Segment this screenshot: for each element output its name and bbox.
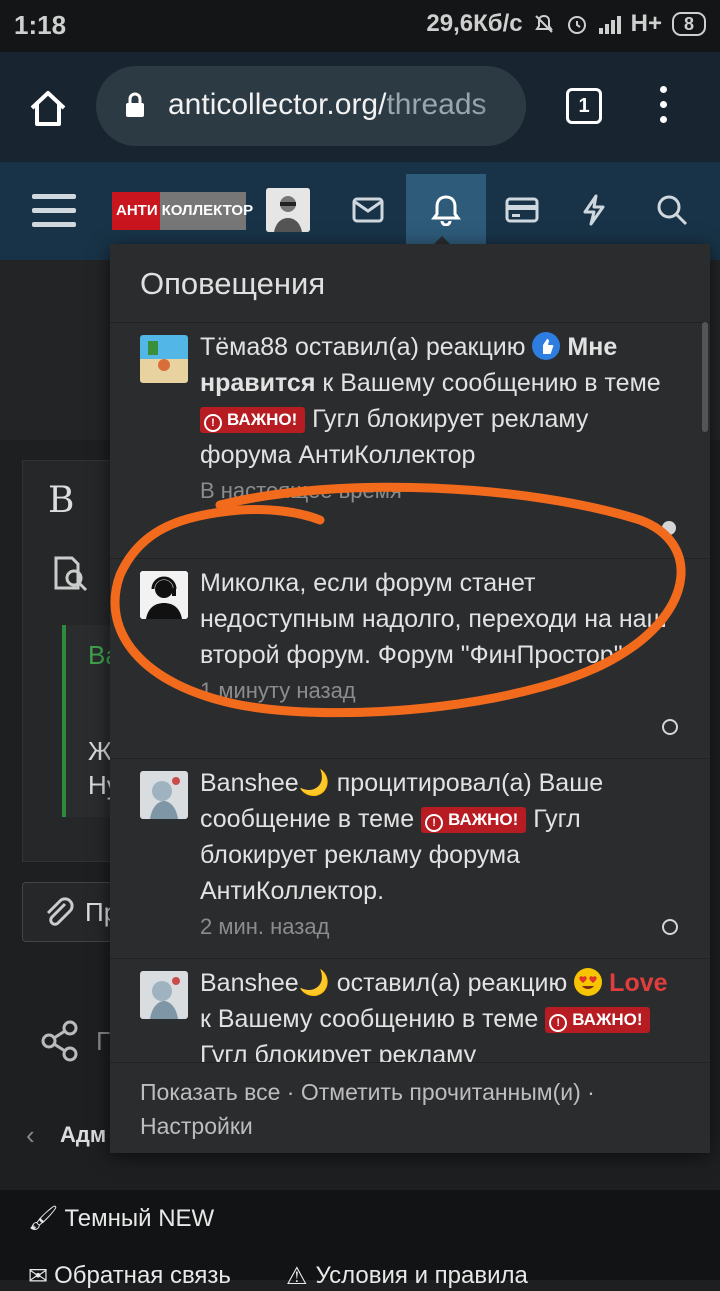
show-all-link[interactable]: Показать все: [140, 1079, 280, 1105]
mail-icon: ✉: [28, 1263, 49, 1290]
heart-eyes-icon: [574, 968, 603, 996]
status-right: 29,6Кб/с H+ 8: [426, 10, 706, 38]
notification-item[interactable]: Banshee🌙 процитировал(а) Ваше сообщение …: [110, 758, 710, 959]
bell-icon: [418, 182, 474, 238]
envelope-icon[interactable]: [340, 182, 396, 238]
reaction-label: Love: [609, 969, 668, 997]
thumbs-up-icon: [532, 332, 561, 360]
notification-time: В настоящее время: [200, 478, 402, 503]
lightning-icon[interactable]: [566, 182, 622, 238]
user-avatar[interactable]: [266, 188, 310, 232]
terms-link[interactable]: ⚠ Условия и правила: [286, 1262, 528, 1291]
footer-nav: 🖌 Темный NEW ✉ Обратная связь ⚠ Условия и …: [0, 1190, 720, 1290]
lock-icon: [126, 92, 144, 117]
status-time: 1:18: [14, 10, 67, 40]
share-icon[interactable]: [40, 1020, 80, 1062]
important-badge: ! ВАЖНО!: [421, 807, 527, 833]
notification-text[interactable]: Миколка, если форум станет недоступным н…: [200, 569, 667, 669]
warning-icon: ⚠: [286, 1263, 308, 1290]
read-indicator[interactable]: [662, 919, 678, 935]
read-indicator[interactable]: [662, 719, 678, 735]
notification-item[interactable]: Миколка, если форум станет недоступным н…: [110, 558, 710, 759]
address-bar[interactable]: anticollector.org/threads: [96, 66, 526, 146]
mute-icon: [534, 14, 553, 33]
notification-item[interactable]: Banshee🌙 оставил(а) реакцию Love к Вашем…: [110, 958, 710, 1062]
bold-button[interactable]: B: [48, 480, 74, 521]
notification-item[interactable]: Тёма88 оставил(а) реакцию Мне нравится к…: [110, 322, 710, 559]
thread-title[interactable]: Гугл блокирует рекламу: [200, 1041, 476, 1062]
signal-icon: [598, 14, 621, 34]
user-avatar[interactable]: [140, 971, 188, 1019]
dropdown-title: Оповещения: [140, 266, 326, 301]
alarm-icon: [567, 16, 586, 34]
home-icon[interactable]: [26, 86, 70, 130]
battery-indicator: 8: [671, 12, 706, 36]
notifications-dropdown: Оповещения Тёма88 оставил(а) реакцию Мне…: [110, 244, 710, 1153]
paperclip-icon: [46, 897, 74, 926]
user-avatar[interactable]: [140, 335, 188, 383]
search-icon[interactable]: [644, 182, 700, 238]
notification-time: 1 минуту назад: [200, 678, 356, 703]
network-speed: 29,6Кб/с: [426, 10, 523, 37]
dropdown-footer: Показать все · Отметить прочитанным(и) ·…: [110, 1062, 710, 1153]
status-bar: 1:18 29,6Кб/с H+ 8: [0, 0, 720, 52]
more-menu-icon[interactable]: [656, 86, 670, 130]
feedback-link[interactable]: ✉ Обратная связь: [28, 1262, 231, 1291]
url-text: anticollector.org/threads: [168, 88, 487, 121]
notification-user[interactable]: Banshee🌙: [200, 769, 330, 797]
notification-user[interactable]: Banshee🌙: [200, 969, 330, 997]
browser-toolbar: anticollector.org/threads 1: [0, 52, 720, 162]
important-badge: ! ВАЖНО!: [200, 407, 306, 433]
theme-switch[interactable]: 🖌 Темный NEW: [28, 1204, 214, 1233]
site-logo[interactable]: АНТИ КОЛЛЕКТОР: [112, 192, 253, 230]
user-avatar[interactable]: [140, 771, 188, 819]
notifications-list: Тёма88 оставил(а) реакцию Мне нравится к…: [110, 322, 710, 1062]
important-badge: ! ВАЖНО!: [545, 1007, 651, 1033]
network-type: H+: [630, 10, 662, 37]
notification-user[interactable]: Тёма88: [200, 333, 288, 361]
settings-link[interactable]: Настройки: [140, 1113, 253, 1139]
brush-icon: 🖌: [28, 1205, 59, 1232]
mark-read-link[interactable]: Отметить прочитанным(и): [301, 1079, 581, 1105]
preview-icon[interactable]: [52, 556, 92, 592]
chevron-left-icon[interactable]: ‹: [26, 1120, 35, 1151]
card-icon[interactable]: [494, 182, 550, 238]
support-avatar-icon: [140, 571, 188, 619]
hamburger-icon[interactable]: [32, 194, 76, 228]
breadcrumb[interactable]: Адм: [60, 1122, 106, 1148]
unread-indicator[interactable]: [662, 521, 676, 535]
scrollbar[interactable]: [702, 322, 708, 432]
tab-switcher-button[interactable]: 1: [566, 88, 602, 124]
notification-time: 2 мин. назад: [200, 914, 330, 939]
